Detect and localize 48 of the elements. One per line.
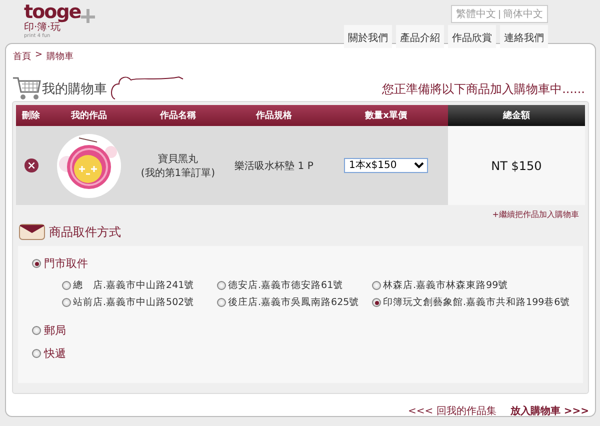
radio-button[interactable] xyxy=(372,298,381,307)
column-header: 作品規格 xyxy=(224,105,324,126)
store-option-label[interactable]: 後庄店.嘉義市吳鳳南路625號 xyxy=(228,296,360,309)
column-header: 刪除 xyxy=(16,105,46,126)
radio-button[interactable] xyxy=(32,326,41,335)
continue-shopping-link[interactable]: +繼續把作品加入購物車 xyxy=(492,210,579,219)
column-header: 我的作品 xyxy=(46,105,132,126)
add-to-cart-link[interactable]: 放入購物車 >>> xyxy=(510,404,589,418)
store-option-label[interactable]: 印簿玩文創藝象館.嘉義市共和路199巷6號 xyxy=(383,296,570,309)
breadcrumb-link[interactable]: 購物車 xyxy=(46,50,74,63)
notice-text: 您正準備將以下商品加入購物車中...... xyxy=(382,81,585,98)
radio-button[interactable] xyxy=(62,281,71,290)
radio-button[interactable] xyxy=(372,281,381,290)
column-header: 作品名稱 xyxy=(132,105,224,126)
radio-button[interactable] xyxy=(217,298,226,307)
logo-wordmark: tooge xyxy=(24,1,81,23)
back-link[interactable]: <<< 回我的作品集 xyxy=(408,404,496,418)
quantity-dropdown[interactable]: 1本x$150 xyxy=(344,158,428,173)
breadcrumb-link[interactable]: 首頁 xyxy=(13,50,31,63)
delivery-option-label[interactable]: 門市取件 xyxy=(44,256,88,271)
radio-button[interactable] xyxy=(217,281,226,290)
delete-icon[interactable] xyxy=(24,158,38,173)
column-header: 數量x單價 xyxy=(324,105,448,126)
page-title: 我的購物車 xyxy=(42,81,107,98)
store-option-label[interactable]: 林森店.嘉義市林森東路99號 xyxy=(383,279,508,292)
nav-link[interactable]: 產品介紹 xyxy=(396,25,444,48)
column-header: 總金額 xyxy=(448,105,585,126)
delivery-option-label[interactable]: 郵局 xyxy=(44,323,66,338)
nav-link[interactable]: 作品欣賞 xyxy=(448,25,496,48)
cart-icon xyxy=(12,75,42,101)
plus-icon xyxy=(80,9,95,23)
section-title: 商品取件方式 xyxy=(49,224,121,240)
store-option-label[interactable]: 德安店.嘉義市德安路61號 xyxy=(228,279,344,292)
delivery-option-label[interactable]: 快遞 xyxy=(44,346,66,361)
nav-link[interactable]: 關於我們 xyxy=(344,25,392,48)
product-name: 寶貝黑丸 xyxy=(157,152,199,166)
store-option-label[interactable]: 站前店.嘉義市中山路502號 xyxy=(73,296,194,309)
breadcrumb-separator: > xyxy=(35,50,43,62)
envelope-icon xyxy=(19,224,45,240)
order-note: (我的第1筆訂單) xyxy=(140,166,216,180)
radio-button[interactable] xyxy=(32,259,41,268)
total-amount: NT $150 xyxy=(491,158,542,172)
store-option-label[interactable]: 總 店.嘉義市中山路241號 xyxy=(73,279,194,292)
nav-link[interactable]: 連絡我們 xyxy=(500,25,548,48)
radio-button[interactable] xyxy=(32,349,41,358)
radio-button[interactable] xyxy=(62,298,71,307)
logo-tagline: 印·簿·玩 xyxy=(24,23,60,33)
product-spec: 樂活吸水杯墊 1 P xyxy=(234,160,314,172)
